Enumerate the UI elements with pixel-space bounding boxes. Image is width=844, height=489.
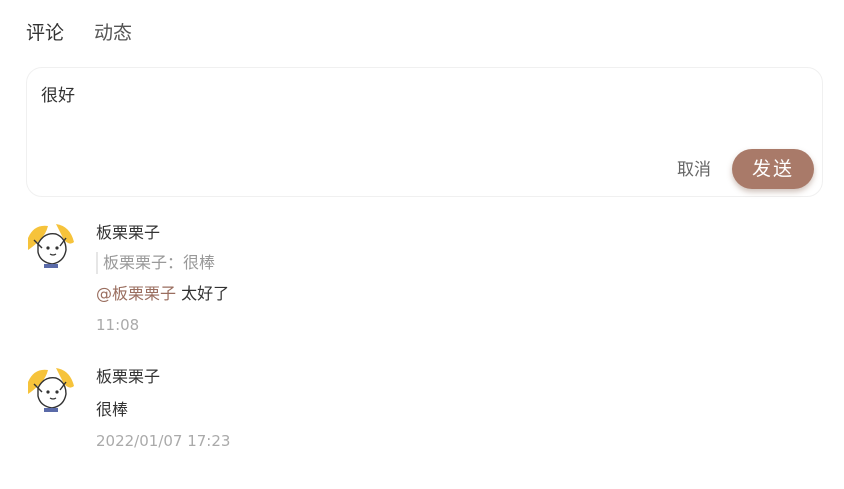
- quoted-reply: 板栗栗子：很棒: [96, 252, 796, 274]
- cancel-button[interactable]: 取消: [677, 158, 711, 182]
- avatar[interactable]: [26, 364, 76, 414]
- comment-time: 2022/01/07 17:23: [96, 432, 231, 450]
- avatar-image: [26, 364, 76, 414]
- comment-content: @板栗栗子 太好了: [96, 282, 796, 306]
- avatar-image: [26, 220, 76, 270]
- comment-input[interactable]: 很好: [41, 84, 75, 108]
- avatar[interactable]: [26, 220, 76, 270]
- author-name[interactable]: 板栗栗子: [96, 364, 796, 392]
- comment-text: 太好了: [181, 284, 230, 303]
- mention-link[interactable]: @板栗栗子: [96, 284, 176, 303]
- comment-text: 很棒: [96, 400, 129, 419]
- send-button[interactable]: 发送: [732, 149, 814, 189]
- author-name[interactable]: 板栗栗子: [96, 220, 796, 248]
- comment-body: 板栗栗子 很棒 2022/01/07 17:23: [96, 364, 796, 452]
- comment-composer[interactable]: 很好 取消 发送: [26, 67, 823, 197]
- comment-time: 11:08: [96, 316, 140, 334]
- tab-comments[interactable]: 评论: [26, 20, 64, 48]
- tab-activity[interactable]: 动态: [94, 20, 132, 48]
- comment-body: 板栗栗子 板栗栗子：很棒 @板栗栗子 太好了 11:08: [96, 220, 796, 336]
- tab-bar: 评论 动态: [26, 20, 132, 48]
